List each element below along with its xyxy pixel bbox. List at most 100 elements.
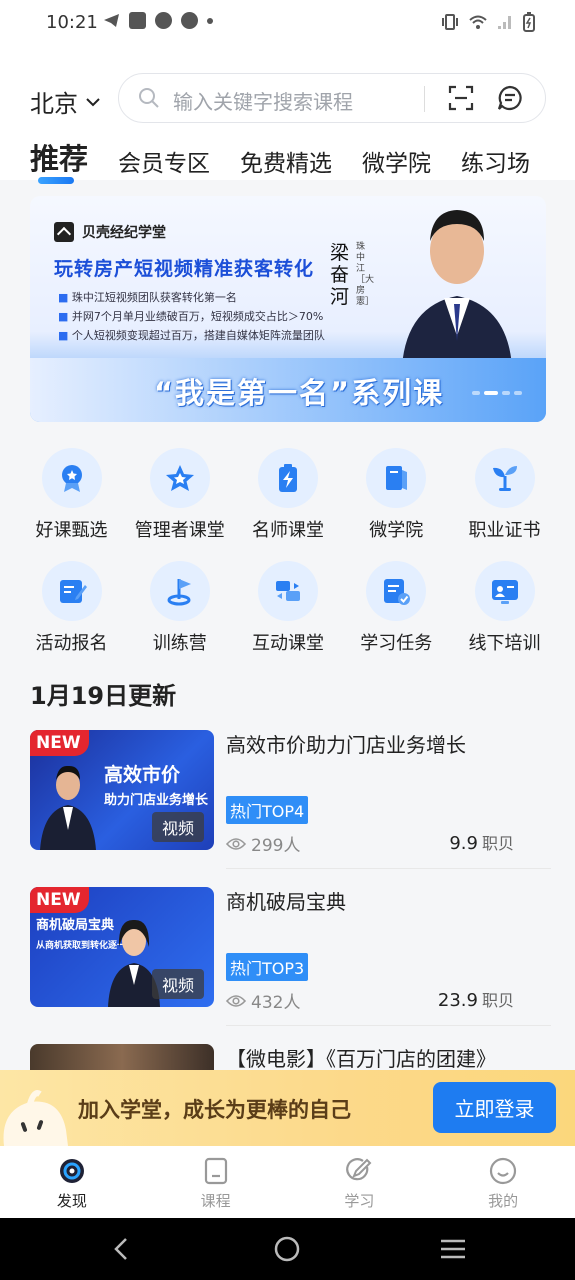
pager-dot bbox=[514, 391, 522, 395]
category-label: 线下培训 bbox=[468, 633, 541, 654]
course-price: 23.9 职贝 bbox=[438, 987, 514, 1011]
category-training-camp[interactable]: 训练营 bbox=[126, 561, 233, 655]
star-icon bbox=[149, 448, 210, 508]
category-certificate[interactable]: 职业证书 bbox=[451, 448, 558, 542]
course-title[interactable]: 商机破局宝典 bbox=[226, 886, 346, 915]
banner-bullets: 珠中江短视频团队获客转化第一名 并网7个月单月业绩破百万，短视频成交占比＞70%… bbox=[58, 288, 325, 345]
brand-logo-icon bbox=[54, 222, 74, 242]
scan-icon[interactable] bbox=[448, 85, 474, 111]
back-icon[interactable] bbox=[110, 1237, 134, 1261]
speaker-photo bbox=[402, 210, 512, 366]
message-icon[interactable] bbox=[496, 84, 524, 112]
medal-icon bbox=[41, 448, 102, 508]
search-input[interactable]: 输入关键字搜索课程 bbox=[173, 86, 353, 115]
book-icon bbox=[366, 448, 427, 508]
category-row: 活动报名 训练营 互动课堂 学习任务 线下培训 bbox=[18, 561, 558, 655]
discover-icon bbox=[59, 1159, 84, 1183]
chevron-down-icon bbox=[86, 97, 100, 106]
login-promo-bar: 加入学堂，成长为更棒的自己 立即登录 bbox=[0, 1070, 575, 1146]
tab-micro-college[interactable]: 微学院 bbox=[362, 144, 431, 178]
promo-banner[interactable]: 贝壳经纪学堂 玩转房产短视频精准获客转化 珠中江短视频团队获客转化第一名 并网7… bbox=[30, 196, 546, 422]
eye-icon bbox=[226, 994, 246, 1007]
course-price: 9.9 职贝 bbox=[449, 830, 514, 854]
category-label: 训练营 bbox=[152, 633, 207, 654]
nav-profile[interactable]: 我的 bbox=[431, 1146, 575, 1218]
course-title[interactable]: 高效市价助力门店业务增长 bbox=[226, 729, 466, 758]
status-bar: 10:21 bbox=[0, 0, 575, 48]
nav-study[interactable]: 学习 bbox=[288, 1146, 432, 1218]
system-nav-bar bbox=[0, 1218, 575, 1280]
nav-discover[interactable]: 发现 bbox=[0, 1146, 144, 1218]
city-selector[interactable]: 北京 bbox=[30, 84, 100, 119]
banner-brand-label: 贝壳经纪学堂 bbox=[82, 225, 166, 241]
bottom-nav: 发现 课程 学习 我的 bbox=[0, 1146, 575, 1218]
category-label: 微学院 bbox=[369, 520, 424, 541]
category-micro-college[interactable]: 微学院 bbox=[343, 448, 450, 542]
category-grid: 好课甄选 管理者课堂 名师课堂 微学院 职业证书 活动报名 训练营 互动课堂 学… bbox=[18, 448, 558, 674]
nav-courses[interactable]: 课程 bbox=[144, 1146, 288, 1218]
thumb-title: 高效市价 bbox=[104, 764, 181, 786]
wifi-icon bbox=[469, 15, 487, 29]
category-manager[interactable]: 管理者课堂 bbox=[126, 448, 233, 542]
hot-tag: 热门TOP3 bbox=[226, 953, 309, 981]
divider bbox=[226, 868, 551, 869]
eye-icon bbox=[226, 837, 246, 850]
profile-icon bbox=[490, 1157, 517, 1185]
telegram-icon bbox=[104, 14, 119, 27]
course-thumbnail[interactable]: NEW 商机破局宝典 从商机获取到转化逐一解析 视频 bbox=[30, 887, 214, 1007]
search-bar[interactable]: 输入关键字搜索课程 bbox=[118, 73, 546, 123]
banner-series: “我是第一名”系列课 bbox=[154, 376, 445, 410]
signal-icon bbox=[498, 16, 511, 29]
course-card[interactable]: NEW 高效市价 助力门店业务增长 视频 高效市价助力门店业务增长 热门TOP4… bbox=[30, 729, 551, 869]
view-count: 299人 bbox=[226, 831, 300, 856]
pager-dot bbox=[502, 391, 510, 395]
view-count: 432人 bbox=[226, 988, 300, 1013]
divider bbox=[226, 1025, 551, 1026]
category-label: 学习任务 bbox=[360, 633, 433, 654]
exchange-icon bbox=[258, 561, 318, 621]
system-icons bbox=[441, 12, 535, 32]
mascot-icon bbox=[3, 1090, 69, 1146]
tab-free[interactable]: 免费精选 bbox=[240, 144, 332, 178]
video-badge: 视频 bbox=[151, 812, 204, 842]
login-button[interactable]: 立即登录 bbox=[433, 1082, 556, 1133]
price-unit: 职贝 bbox=[481, 991, 514, 1010]
nav-label: 学习 bbox=[344, 1192, 375, 1210]
home-icon[interactable] bbox=[274, 1236, 300, 1262]
banner-speaker-name: 梁奋河 bbox=[330, 242, 350, 308]
flag-icon bbox=[149, 561, 210, 621]
tab-recommend[interactable]: 推荐 bbox=[30, 136, 88, 184]
banner-pager bbox=[472, 391, 522, 395]
pager-dot-active bbox=[484, 391, 498, 395]
view-count-label: 432人 bbox=[251, 993, 301, 1013]
tab-member[interactable]: 会员专区 bbox=[118, 144, 210, 178]
app-notification-icon bbox=[155, 12, 172, 29]
course-card[interactable]: NEW 商机破局宝典 从商机获取到转化逐一解析 视频 商机破局宝典 热门TOP3… bbox=[30, 886, 551, 1026]
course-thumbnail[interactable]: NEW 高效市价 助力门店业务增长 视频 bbox=[30, 730, 214, 850]
recents-icon[interactable] bbox=[440, 1238, 466, 1260]
category-tasks[interactable]: 学习任务 bbox=[343, 561, 450, 655]
view-count-label: 299人 bbox=[251, 836, 301, 856]
nav-label: 发现 bbox=[56, 1192, 87, 1210]
thumb-title: 商机破局宝典 bbox=[36, 918, 115, 933]
category-good-courses[interactable]: 好课甄选 bbox=[18, 448, 125, 542]
category-label: 名师课堂 bbox=[252, 520, 324, 541]
category-label: 好课甄选 bbox=[35, 520, 108, 541]
top-tabs: 推荐 会员专区 免费精选 微学院 练习场 bbox=[30, 136, 560, 184]
category-label: 互动课堂 bbox=[252, 633, 324, 654]
battery-bolt-icon bbox=[258, 448, 318, 508]
promo-text: 加入学堂，成长为更棒的自己 bbox=[78, 1098, 351, 1122]
category-interactive[interactable]: 互动课堂 bbox=[235, 561, 342, 655]
category-famous-teacher[interactable]: 名师课堂 bbox=[235, 448, 342, 542]
price-value: 23.9 bbox=[437, 990, 478, 1011]
status-time: 10:21 bbox=[46, 12, 98, 33]
tab-practice[interactable]: 练习场 bbox=[461, 144, 530, 178]
price-value: 9.9 bbox=[449, 833, 478, 854]
category-offline-training[interactable]: 线下培训 bbox=[451, 561, 558, 655]
category-event-signup[interactable]: 活动报名 bbox=[18, 561, 125, 655]
app-notification-icon bbox=[181, 12, 198, 29]
battery-icon bbox=[523, 12, 535, 32]
new-badge: NEW bbox=[30, 887, 89, 913]
speaker-photo bbox=[40, 765, 96, 850]
course-title[interactable]: 【微电影】《百万门店的团建》 bbox=[226, 1043, 496, 1072]
